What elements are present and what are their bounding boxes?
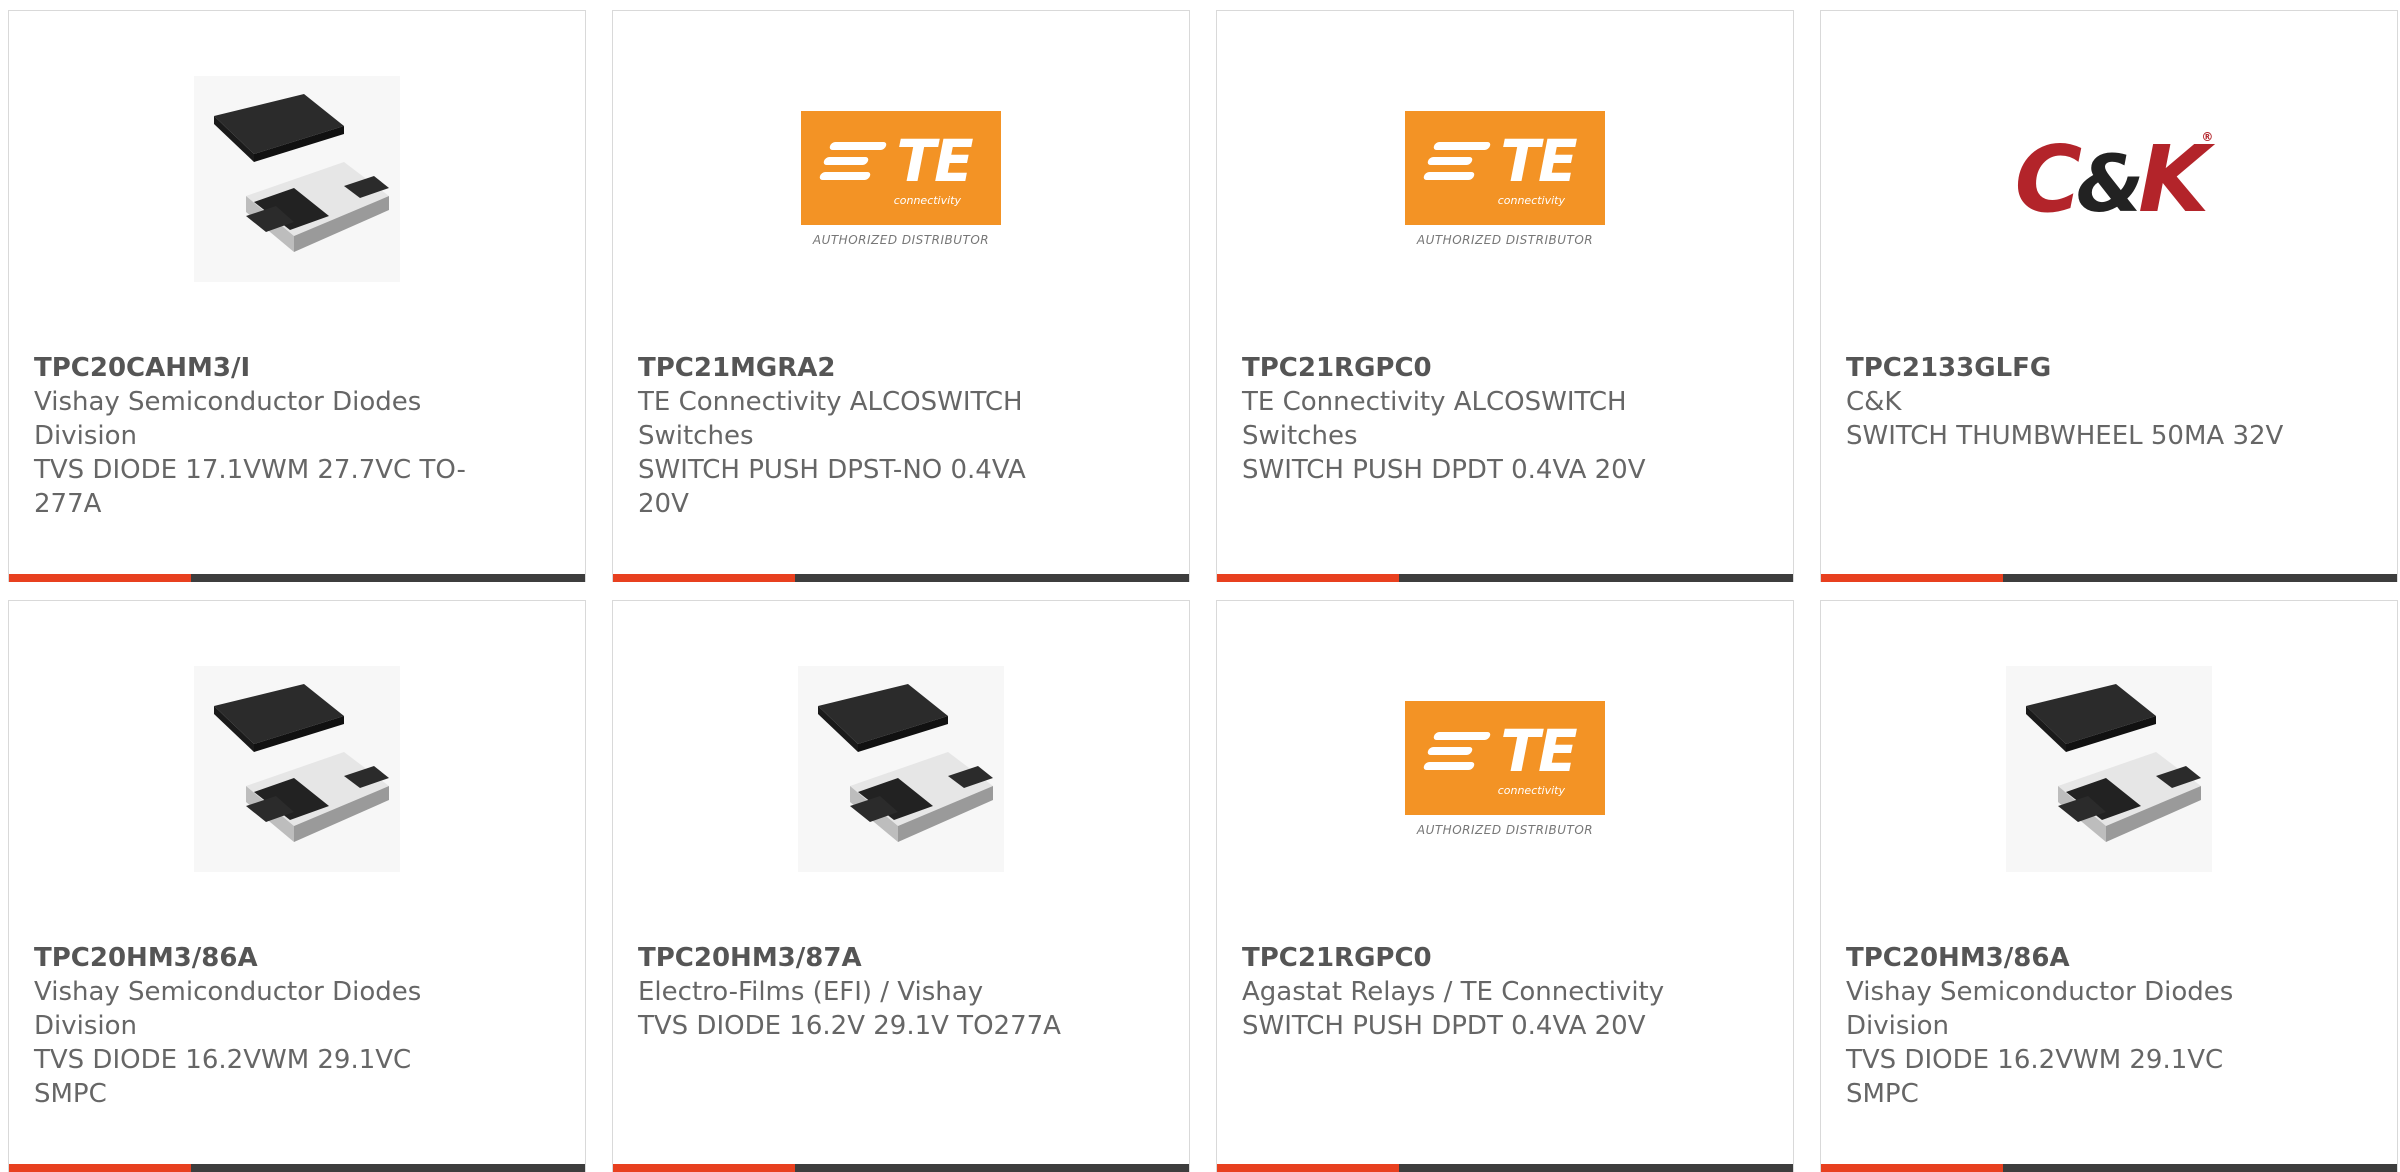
diode-package-icon (194, 666, 400, 872)
card-accent (9, 1164, 191, 1172)
product-description: TVS DIODE 16.2V 29.1V TO277A (638, 1011, 1061, 1041)
product-info: TPC20CAHM3/I Vishay Semiconductor Diodes… (34, 351, 479, 521)
card-accent (613, 574, 795, 582)
product-description: SWITCH PUSH DPDT 0.4VA 20V (1242, 1011, 1646, 1041)
product-image[interactable] (194, 76, 400, 282)
manufacturer-name: Vishay Semiconductor Diodes Division (1846, 977, 2234, 1041)
te-logo-sub: connectivity (893, 194, 961, 207)
product-description: SWITCH PUSH DPST-NO 0.4VA 20V (638, 455, 1026, 519)
te-logo-letters: TE (1500, 127, 1577, 195)
part-number[interactable]: TPC20HM3/86A (34, 941, 479, 975)
product-card[interactable]: TE connectivity AUTHORIZED DISTRIBUTOR T… (1216, 600, 1794, 1172)
part-number[interactable]: TPC2133GLFG (1846, 351, 2291, 385)
product-image[interactable]: TE connectivity AUTHORIZED DISTRIBUTOR (798, 76, 1004, 282)
product-info: TPC20HM3/86A Vishay Semiconductor Diodes… (34, 941, 479, 1111)
product-image[interactable]: TE connectivity AUTHORIZED DISTRIBUTOR (1402, 76, 1608, 282)
product-description: TVS DIODE 17.1VWM 27.7VC TO-277A (34, 455, 466, 519)
diode-package-icon (798, 666, 1004, 872)
manufacturer-name: TE Connectivity ALCOSWITCH Switches (1242, 387, 1627, 451)
product-info: TPC20HM3/87A Electro-Films (EFI) / Visha… (638, 941, 1083, 1043)
part-number[interactable]: TPC21RGPC0 (1242, 351, 1687, 385)
product-grid: TPC20CAHM3/I Vishay Semiconductor Diodes… (0, 0, 2400, 1172)
product-info: TPC21MGRA2 TE Connectivity ALCOSWITCH Sw… (638, 351, 1083, 521)
te-logo-lines (1422, 142, 1492, 180)
product-card[interactable]: TPC20HM3/86A Vishay Semiconductor Diodes… (1820, 600, 2398, 1172)
card-accent (1821, 574, 2003, 582)
part-number[interactable]: TPC20CAHM3/I (34, 351, 479, 385)
te-logo-lines (818, 142, 888, 180)
card-bottom-bar (1821, 574, 2397, 582)
product-info: TPC21RGPC0 TE Connectivity ALCOSWITCH Sw… (1242, 351, 1687, 487)
product-image[interactable]: TE connectivity AUTHORIZED DISTRIBUTOR (1402, 666, 1608, 872)
product-card[interactable]: TE connectivity AUTHORIZED DISTRIBUTOR T… (612, 10, 1190, 582)
te-connectivity-logo-icon: TE connectivity AUTHORIZED DISTRIBUTOR (1405, 111, 1605, 247)
te-logo-sub: connectivity (1497, 784, 1565, 797)
diode-package-icon (2006, 666, 2212, 872)
card-accent (1821, 1164, 2003, 1172)
product-description: TVS DIODE 16.2VWM 29.1VC SMPC (1846, 1045, 2224, 1109)
manufacturer-name: Vishay Semiconductor Diodes Division (34, 387, 422, 451)
authorized-distributor-label: AUTHORIZED DISTRIBUTOR (1416, 823, 1594, 837)
part-number[interactable]: TPC20HM3/87A (638, 941, 1083, 975)
te-connectivity-logo-icon: TE connectivity AUTHORIZED DISTRIBUTOR (1405, 701, 1605, 837)
te-logo-sub: connectivity (1497, 194, 1565, 207)
diode-package-icon (194, 76, 400, 282)
card-accent (613, 1164, 795, 1172)
card-bottom-bar (9, 1164, 585, 1172)
manufacturer-name: Electro-Films (EFI) / Vishay (638, 977, 984, 1007)
card-bottom-bar (1217, 574, 1793, 582)
card-accent (1217, 574, 1399, 582)
te-logo-box: TE connectivity (1405, 111, 1605, 225)
te-logo-letters: TE (1500, 717, 1577, 785)
product-info: TPC21RGPC0 Agastat Relays / TE Connectiv… (1242, 941, 1687, 1043)
product-image[interactable] (194, 666, 400, 872)
part-number[interactable]: TPC21RGPC0 (1242, 941, 1687, 975)
card-accent (1217, 1164, 1399, 1172)
manufacturer-name: Vishay Semiconductor Diodes Division (34, 977, 422, 1041)
card-accent (9, 574, 191, 582)
product-description: SWITCH PUSH DPDT 0.4VA 20V (1242, 455, 1646, 485)
ck-logo-tm: ® (2201, 129, 2214, 144)
product-image[interactable]: C&K ® (2006, 76, 2214, 282)
ck-logo-k: K (2138, 125, 2209, 233)
product-image[interactable] (2006, 666, 2212, 872)
te-logo-box: TE connectivity (801, 111, 1001, 225)
card-bottom-bar (613, 1164, 1189, 1172)
ck-logo-c: C (2014, 125, 2082, 233)
ck-logo-icon: C&K ® (2014, 125, 2214, 233)
product-description: SWITCH THUMBWHEEL 50MA 32V (1846, 421, 2284, 451)
te-logo-letters: TE (896, 127, 973, 195)
te-connectivity-logo-icon: TE connectivity AUTHORIZED DISTRIBUTOR (801, 111, 1001, 247)
product-card[interactable]: TPC20HM3/86A Vishay Semiconductor Diodes… (8, 600, 586, 1172)
te-logo-box: TE connectivity (1405, 701, 1605, 815)
part-number[interactable]: TPC20HM3/86A (1846, 941, 2291, 975)
manufacturer-name: TE Connectivity ALCOSWITCH Switches (638, 387, 1023, 451)
product-image[interactable] (798, 666, 1004, 872)
product-card[interactable]: C&K ® TPC2133GLFG C&K SWITCH THUMBWHEEL … (1820, 10, 2398, 582)
product-info: TPC20HM3/86A Vishay Semiconductor Diodes… (1846, 941, 2291, 1111)
product-description: TVS DIODE 16.2VWM 29.1VC SMPC (34, 1045, 412, 1109)
product-card[interactable]: TE connectivity AUTHORIZED DISTRIBUTOR T… (1216, 10, 1794, 582)
product-card[interactable]: TPC20HM3/87A Electro-Films (EFI) / Visha… (612, 600, 1190, 1172)
card-bottom-bar (613, 574, 1189, 582)
manufacturer-name: Agastat Relays / TE Connectivity (1242, 977, 1665, 1007)
card-bottom-bar (1821, 1164, 2397, 1172)
te-logo-lines (1422, 732, 1492, 770)
ck-logo-amp: & (2076, 139, 2144, 230)
part-number[interactable]: TPC21MGRA2 (638, 351, 1083, 385)
product-info: TPC2133GLFG C&K SWITCH THUMBWHEEL 50MA 3… (1846, 351, 2291, 453)
product-card[interactable]: TPC20CAHM3/I Vishay Semiconductor Diodes… (8, 10, 586, 582)
authorized-distributor-label: AUTHORIZED DISTRIBUTOR (812, 233, 990, 247)
card-bottom-bar (1217, 1164, 1793, 1172)
authorized-distributor-label: AUTHORIZED DISTRIBUTOR (1416, 233, 1594, 247)
manufacturer-name: C&K (1846, 387, 1902, 417)
card-bottom-bar (9, 574, 585, 582)
